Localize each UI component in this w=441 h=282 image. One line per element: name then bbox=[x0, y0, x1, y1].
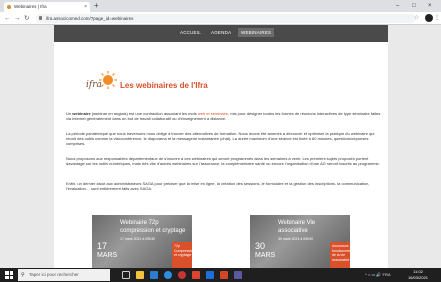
back-arrow-icon[interactable]: ← bbox=[4, 14, 11, 23]
card-tag: Assurance fonctionnement de la vie assoc… bbox=[330, 242, 350, 268]
maximize-button[interactable]: □ bbox=[412, 1, 416, 11]
tab-close-icon[interactable]: × bbox=[84, 2, 87, 12]
taskbar-search-input[interactable]: ⚲ Taper ici pour rechercher bbox=[18, 269, 110, 281]
card-month: MARS bbox=[255, 252, 276, 259]
svg-text:ifra: ifra bbox=[86, 80, 102, 90]
nav-webinaires[interactable]: WEBINAIRES bbox=[238, 28, 275, 37]
bookmark-star-icon[interactable]: ☆ bbox=[414, 14, 419, 23]
card-day: 30 bbox=[255, 241, 266, 251]
web-page: ACCUEIL AGENDA WEBINAIRES ifra Les webin… bbox=[54, 25, 388, 268]
browser-tab[interactable]: Webinaires | Ifra × bbox=[4, 2, 90, 12]
card-title: Webinaire 72p compression et cryptage bbox=[120, 220, 186, 234]
store-icon[interactable] bbox=[150, 271, 158, 279]
forward-arrow-icon[interactable]: → bbox=[14, 14, 21, 23]
card-tag: 72p Compression et cryptage bbox=[172, 242, 192, 268]
close-window-button[interactable]: × bbox=[428, 1, 432, 11]
search-placeholder: Taper ici pour rechercher bbox=[29, 272, 79, 277]
word-icon[interactable] bbox=[206, 271, 214, 279]
system-tray[interactable]: ^ ⌂ ▭ 🔊 FRA bbox=[365, 272, 391, 277]
pandemic-paragraph: La période pandémique que nous traverson… bbox=[66, 131, 375, 146]
office-icon[interactable] bbox=[192, 271, 200, 279]
browser-tab-bar: Webinaires | Ifra × + – □ × bbox=[0, 0, 441, 12]
saga-paragraph: Enfin, un dernier atout aux administrate… bbox=[66, 181, 370, 191]
program-paragraph: Nous proposons aux responsables départem… bbox=[66, 156, 380, 166]
card-day: 17 bbox=[97, 241, 108, 251]
card-title: Webinaire Vie associative bbox=[278, 220, 316, 234]
card-date: 17 mars 2021 à 09h30 bbox=[120, 237, 156, 241]
clock-date: 16/03/2021 bbox=[408, 275, 429, 280]
clock[interactable]: 11:02 16/03/2021 bbox=[408, 269, 428, 281]
chrome-icon[interactable] bbox=[178, 271, 186, 279]
profile-avatar[interactable] bbox=[425, 14, 433, 22]
webinar-card[interactable]: Webinaire 72p compression et cryptage 17… bbox=[92, 215, 192, 268]
search-icon: ⚲ bbox=[21, 272, 25, 278]
task-view-icon[interactable] bbox=[122, 271, 130, 279]
new-tab-button[interactable]: + bbox=[94, 1, 99, 11]
browser-menu-icon[interactable]: ⋮ bbox=[434, 14, 440, 23]
edge-icon[interactable] bbox=[164, 271, 172, 279]
nav-agenda[interactable]: AGENDA bbox=[211, 30, 231, 35]
url-field[interactable]: ifra.associcomed.com/?page_id=webinaires bbox=[36, 14, 416, 23]
ifra-favicon-icon bbox=[7, 5, 11, 9]
card-date: 30 mars 2021 à 09h30 bbox=[278, 237, 314, 241]
card-month: MARS bbox=[97, 252, 118, 259]
reload-icon[interactable]: ↻ bbox=[24, 14, 29, 23]
ifra-logo[interactable]: ifra bbox=[84, 69, 120, 93]
site-navigation: ACCUEIL AGENDA WEBINAIRES bbox=[54, 25, 388, 42]
page-title: Les webinaires de l'Ifra bbox=[120, 81, 208, 90]
taskbar: ⚲ Taper ici pour rechercher ^ ⌂ ▭ 🔊 FRA … bbox=[0, 268, 441, 282]
teams-icon[interactable] bbox=[234, 271, 242, 279]
lock-icon bbox=[39, 16, 42, 20]
tab-title: Webinaires | Ifra bbox=[14, 4, 47, 9]
webinar-card[interactable]: Webinaire Vie associative 30 mars 2021 à… bbox=[250, 215, 350, 268]
minimize-button[interactable]: – bbox=[396, 1, 399, 11]
file-explorer-icon[interactable] bbox=[136, 271, 144, 279]
intro-paragraph: Un webinaire (webinar en anglais) est un… bbox=[66, 111, 381, 121]
url-text: ifra.associcomed.com/?page_id=webinaires bbox=[46, 16, 134, 21]
nav-accueil[interactable]: ACCUEIL bbox=[180, 30, 201, 35]
powerpoint-icon[interactable] bbox=[220, 271, 228, 279]
address-bar-row: ← → ↻ ifra.associcomed.com/?page_id=webi… bbox=[0, 12, 441, 25]
windows-start-icon[interactable] bbox=[5, 271, 13, 279]
